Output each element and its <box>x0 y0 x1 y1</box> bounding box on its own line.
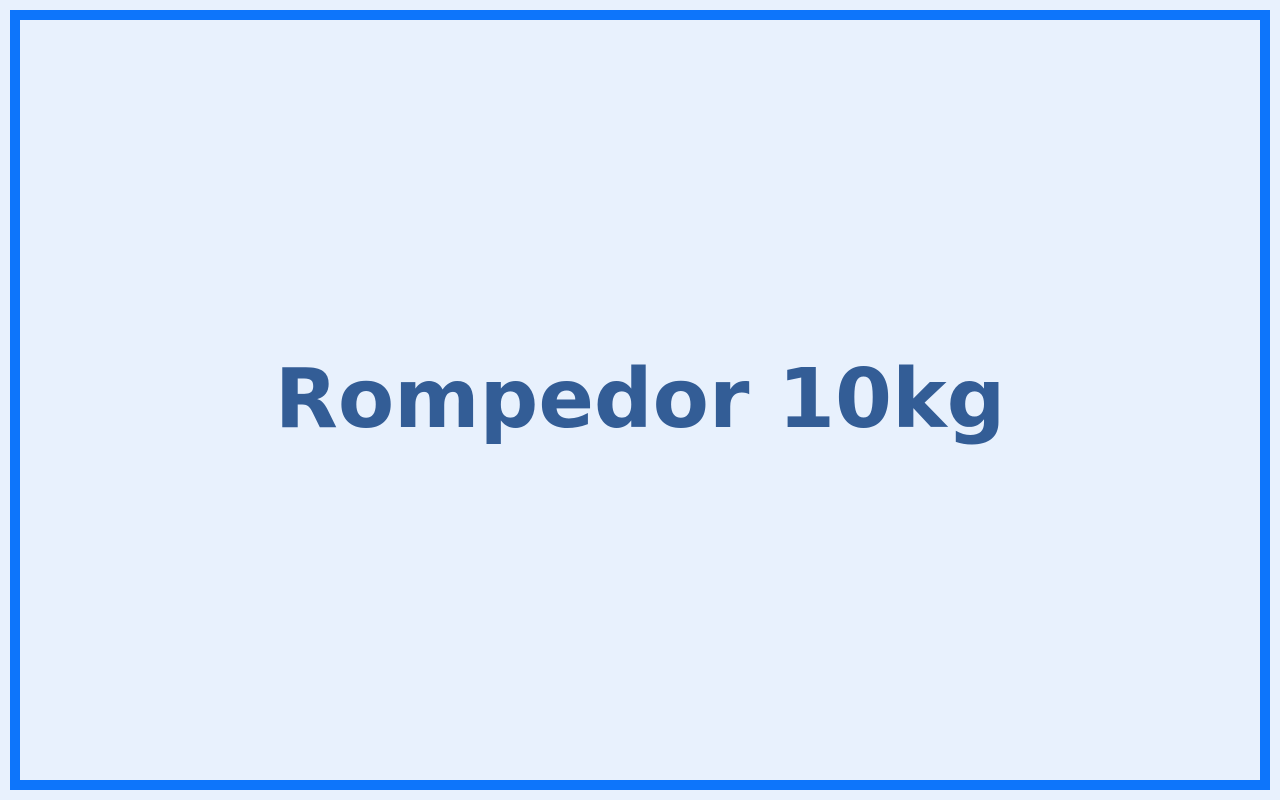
card-title: Rompedor 10kg <box>274 352 1006 447</box>
placeholder-card: Rompedor 10kg <box>10 10 1270 790</box>
